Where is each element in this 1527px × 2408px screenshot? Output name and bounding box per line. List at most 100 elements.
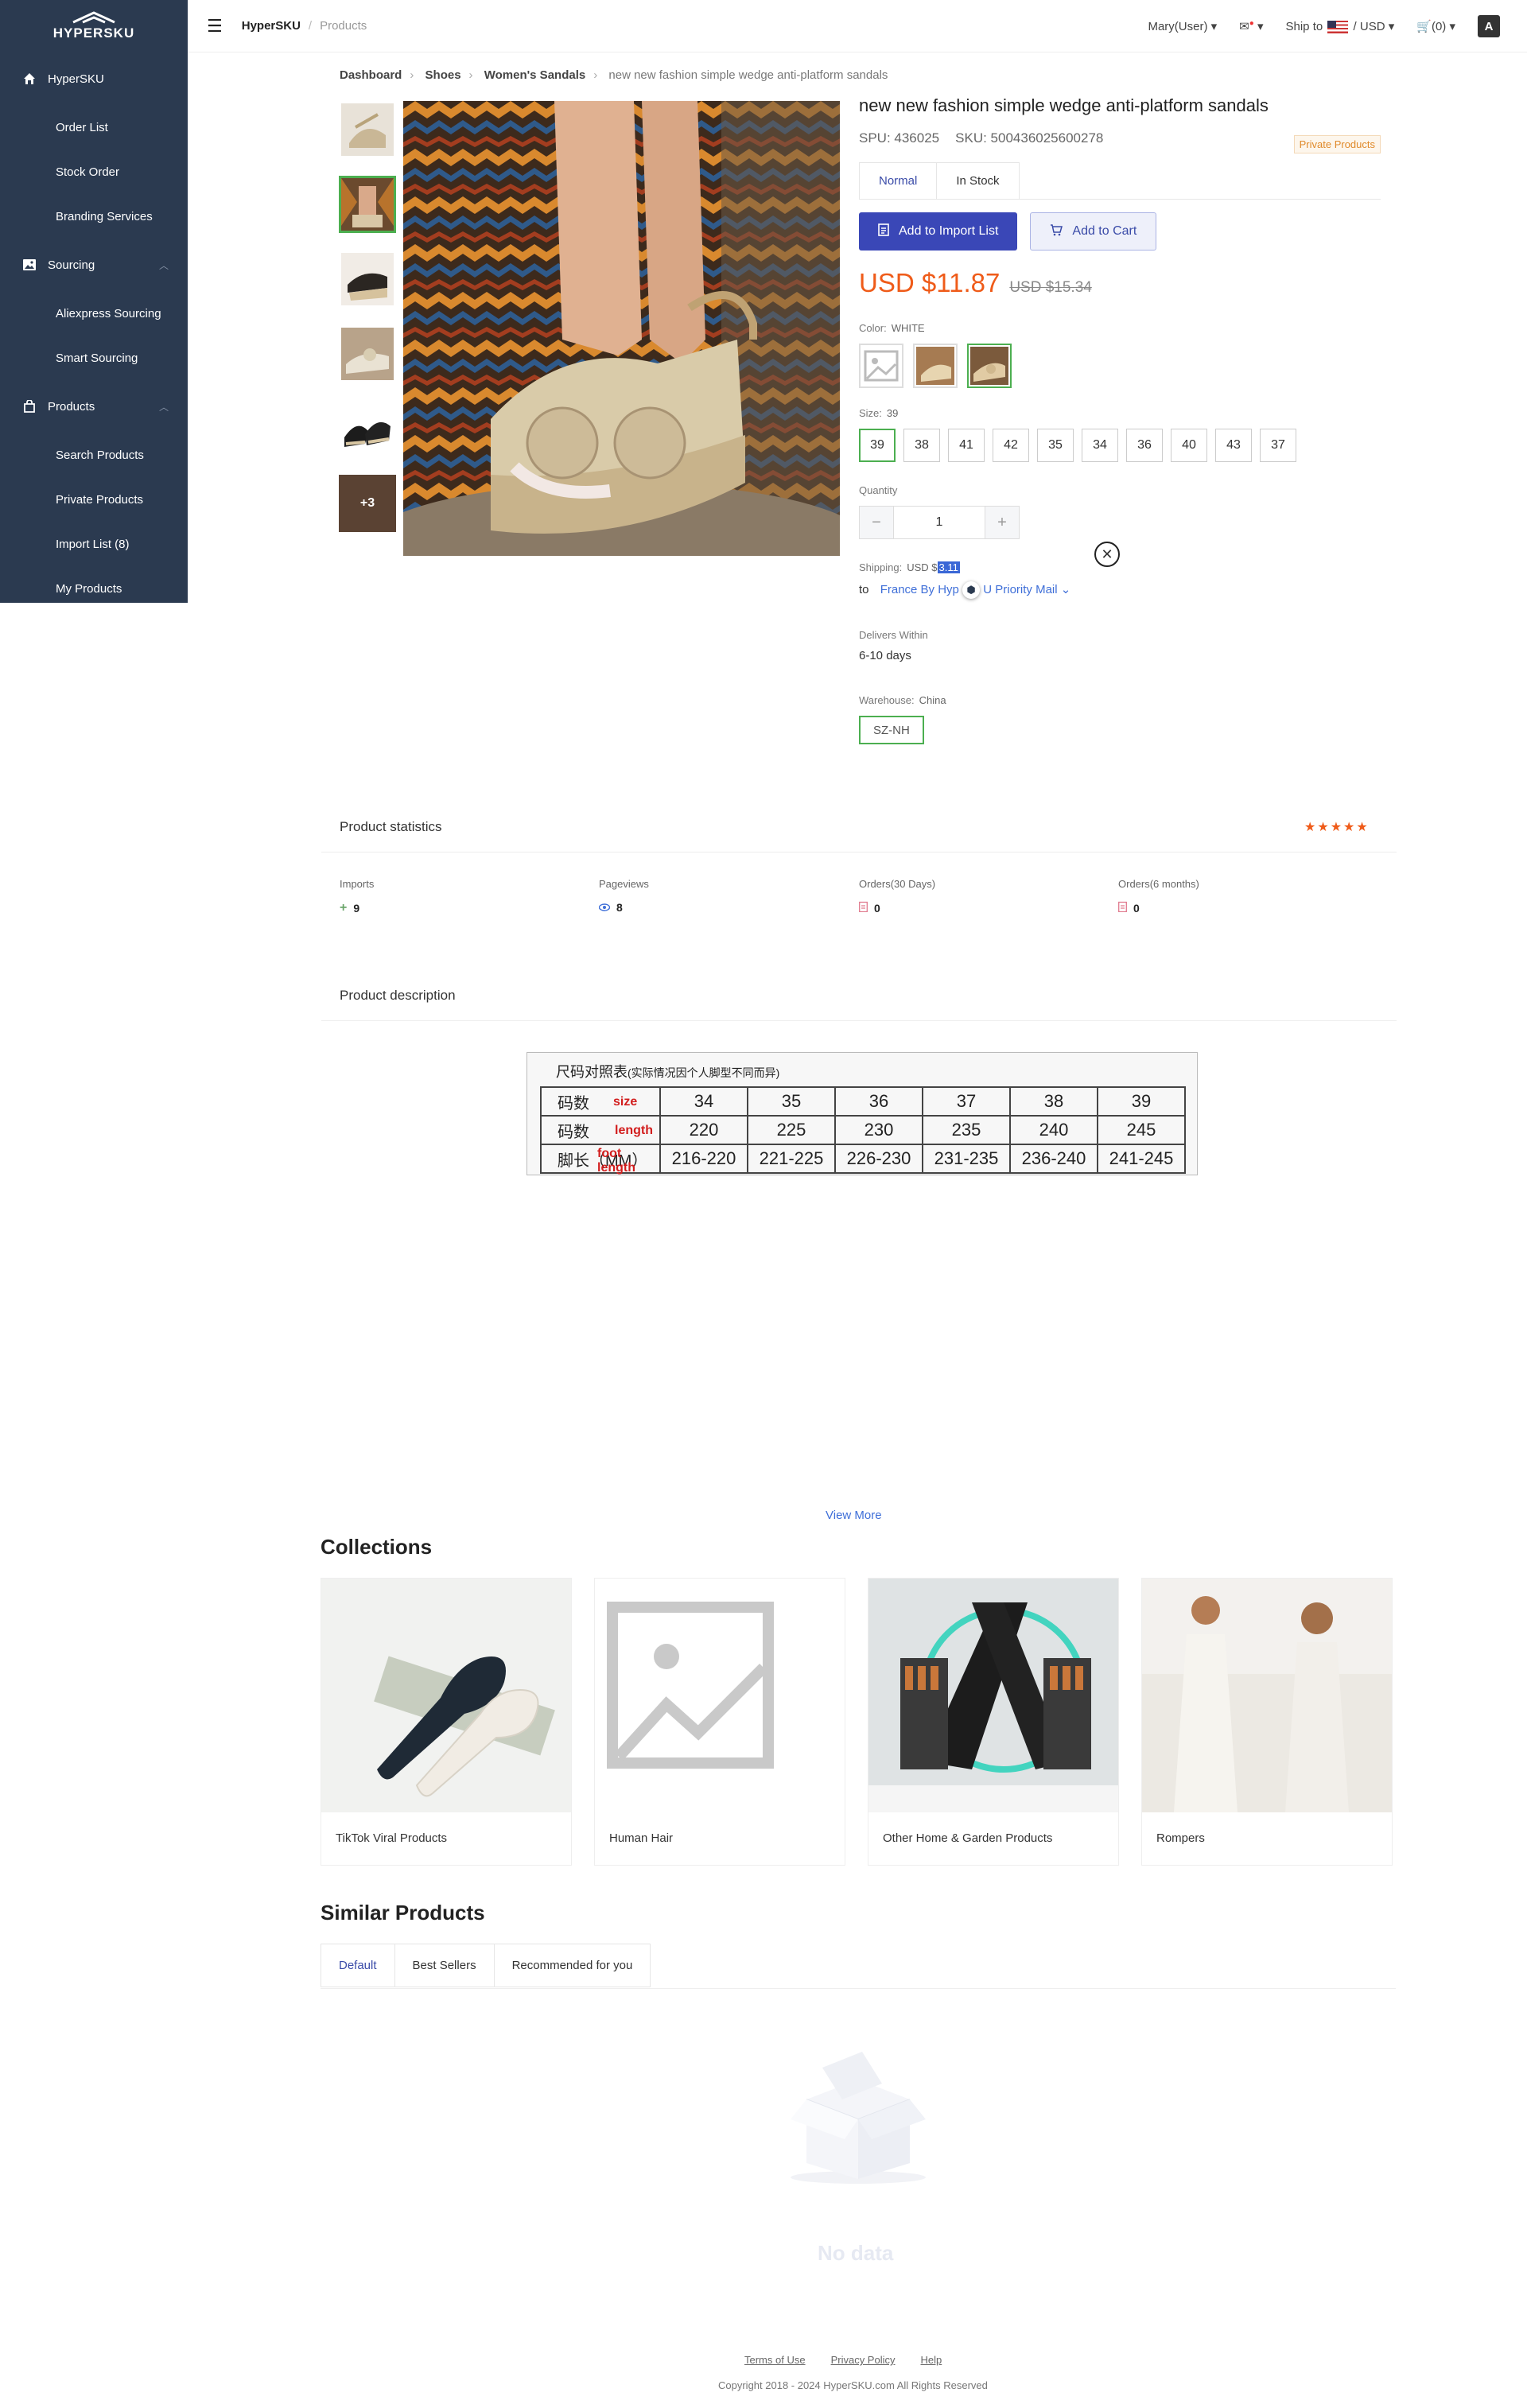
size-option[interactable]: 36 <box>1126 429 1163 462</box>
row-tag: size <box>613 1095 638 1109</box>
collection-name: Human Hair <box>609 1831 674 1845</box>
size-option[interactable]: 42 <box>993 429 1029 462</box>
color-label-text: Color: <box>859 322 887 334</box>
terms-link[interactable]: Terms of Use <box>744 2354 806 2366</box>
stat-label: Orders(6 months) <box>1118 878 1199 890</box>
breadcrumb-item[interactable]: Women's Sandals <box>484 68 586 82</box>
logo[interactable]: HYPERSKU <box>0 0 188 52</box>
size-option[interactable]: 38 <box>903 429 940 462</box>
privacy-link[interactable]: Privacy Policy <box>831 2354 896 2366</box>
thumbnail-selected[interactable] <box>339 176 396 233</box>
ship-to-menu[interactable]: Ship to / USD ▾ <box>1286 19 1395 34</box>
shipping-label-text: Shipping: <box>859 561 903 573</box>
nav-group-label: Products <box>48 399 95 414</box>
tab-recommended[interactable]: Recommended for you <box>493 1944 651 1987</box>
header-separator: / <box>308 19 313 33</box>
tab-normal[interactable]: Normal <box>859 162 938 199</box>
nav-item-stock-order[interactable]: Stock Order <box>0 150 188 194</box>
shipping-method-a: France By Hyp <box>880 583 959 596</box>
menu-toggle-icon[interactable]: ☰ <box>207 16 223 37</box>
size-option[interactable]: 40 <box>1171 429 1207 462</box>
nav-item-search-products[interactable]: Search Products <box>0 433 188 477</box>
divider <box>321 852 1397 853</box>
nav-item-import-list[interactable]: Import List (8) <box>0 522 188 566</box>
clipboard-icon <box>1118 901 1127 915</box>
add-to-cart-button[interactable]: Add to Cart <box>1030 212 1157 251</box>
thumbnail[interactable] <box>339 251 396 308</box>
decrease-button[interactable]: − <box>860 507 893 538</box>
nav-group-products[interactable]: Products ︿ <box>0 380 188 433</box>
size-chart-caption-note: (实际情况因个人脚型不同而异) <box>628 1066 780 1079</box>
user-menu[interactable]: Mary(User) ▾ <box>1148 19 1217 33</box>
nav-item-my-products[interactable]: My Products <box>0 566 188 611</box>
mail-menu[interactable]: ✉● ▾ <box>1239 19 1263 33</box>
table-cell: 36 <box>834 1086 923 1117</box>
warehouse-label: Warehouse: China <box>859 694 1381 706</box>
color-option[interactable] <box>913 344 958 388</box>
chevron-right-icon: › <box>410 68 414 82</box>
size-option[interactable]: 35 <box>1037 429 1074 462</box>
nav-item-smart-sourcing[interactable]: Smart Sourcing <box>0 336 188 380</box>
thumbnail[interactable] <box>339 101 396 158</box>
table-cell: 37 <box>922 1086 1011 1117</box>
size-chart-caption-text: 尺码对照表 <box>556 1064 628 1080</box>
size-option-selected[interactable]: 39 <box>859 429 896 462</box>
language-icon[interactable]: A <box>1478 15 1500 37</box>
similar-tabs: Default Best Sellers Recommended for you <box>321 1944 651 1987</box>
table-row: 脚长（MM） foot length 216-220 221-225 226-23… <box>540 1144 1186 1175</box>
tab-default[interactable]: Default <box>321 1944 395 1987</box>
add-to-import-list-label: Add to Import List <box>899 224 999 238</box>
nav-group-hypersku[interactable]: HyperSKU <box>0 52 188 105</box>
size-option[interactable]: 37 <box>1260 429 1296 462</box>
collection-card[interactable]: Rompers <box>1141 1578 1393 1866</box>
nav-item-aliexpress-sourcing[interactable]: Aliexpress Sourcing <box>0 291 188 336</box>
empty-box-icon <box>783 2036 934 2190</box>
thumbnail-more[interactable]: +3 <box>339 475 396 532</box>
help-link[interactable]: Help <box>921 2354 942 2366</box>
size-options: 39 38 41 42 35 34 36 40 43 37 <box>859 429 1381 462</box>
warehouse-value: China <box>919 694 946 706</box>
quantity-label: Quantity <box>859 484 898 496</box>
shipping-method-link[interactable]: France By Hyp ⬢ U Priority Mail ⌄ <box>880 581 1070 599</box>
breadcrumb-item[interactable]: Dashboard <box>340 68 402 82</box>
breadcrumb-item[interactable]: Shoes <box>425 68 461 82</box>
price: USD $11.87 <box>859 268 1001 297</box>
close-circle-icon[interactable]: ✕ <box>1094 542 1120 567</box>
thumbnail[interactable] <box>339 325 396 383</box>
quantity-input[interactable]: 1 <box>893 507 985 538</box>
tab-in-stock[interactable]: In Stock <box>936 162 1020 199</box>
cart-menu[interactable]: 🛒(0) ▾ <box>1416 19 1455 33</box>
logo-mark-icon <box>72 11 115 24</box>
shipping-currency: USD $ <box>907 561 938 573</box>
nav-item-branding-services[interactable]: Branding Services <box>0 194 188 239</box>
row-tag: foot length <box>597 1147 635 1175</box>
header-crumb[interactable]: Products <box>320 19 367 33</box>
top-header: ☰ HyperSKU / Products Mary(User) ▾ ✉● ▾ … <box>188 0 1527 52</box>
collection-card[interactable]: TikTok Viral Products <box>321 1578 572 1866</box>
size-option[interactable]: 34 <box>1082 429 1118 462</box>
shipping-destination: to France By Hyp ⬢ U Priority Mail ⌄ <box>859 581 1381 599</box>
header-brand[interactable]: HyperSKU <box>242 19 301 33</box>
stat-number: 9 <box>353 902 360 915</box>
warehouse-option-selected[interactable]: SZ-NH <box>859 716 924 744</box>
collection-card[interactable]: Other Home & Garden Products <box>868 1578 1119 1866</box>
color-option-placeholder[interactable] <box>859 344 903 388</box>
nav-item-order-list[interactable]: Order List <box>0 105 188 150</box>
size-option[interactable]: 41 <box>948 429 985 462</box>
table-cell: 38 <box>1009 1086 1098 1117</box>
increase-button[interactable]: + <box>985 507 1019 538</box>
tab-best-sellers[interactable]: Best Sellers <box>394 1944 495 1987</box>
size-option[interactable]: 43 <box>1215 429 1252 462</box>
color-option-selected[interactable] <box>967 344 1012 388</box>
add-to-import-list-button[interactable]: Add to Import List <box>859 212 1018 251</box>
nav-item-private-products[interactable]: Private Products <box>0 477 188 522</box>
nav-group-label: Sourcing <box>48 258 95 272</box>
stat-value: 0 <box>859 901 935 915</box>
nav-group-sourcing[interactable]: Sourcing ︿ <box>0 239 188 291</box>
thumbnail[interactable] <box>339 400 396 457</box>
collection-card[interactable]: Human Hair <box>594 1578 845 1866</box>
bag-icon <box>22 400 37 413</box>
clipboard-icon <box>859 901 868 915</box>
caret-down-icon: ▾ <box>1388 19 1395 33</box>
view-more-link[interactable]: View More <box>826 1509 882 1522</box>
